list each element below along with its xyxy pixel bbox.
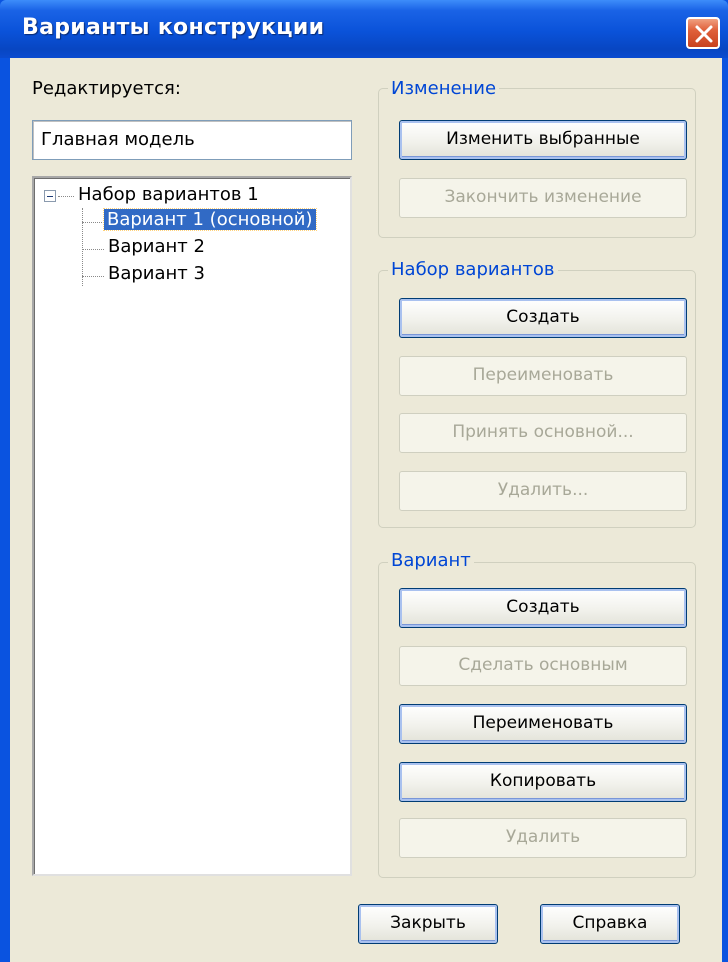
tree-connector [82, 222, 104, 223]
tree-connector [82, 208, 83, 286]
editing-model-value: Главная модель [41, 129, 195, 150]
window-title: Варианты конструкции [22, 15, 325, 40]
tree-connector [58, 196, 74, 197]
collapse-icon[interactable] [44, 190, 56, 202]
group-change-title: Изменение [388, 78, 500, 99]
design-options-tree[interactable]: Набор вариантов 1 Вариант 1 (основной) В… [32, 176, 352, 876]
dialog-window: Варианты конструкции Редактируется: Глав… [0, 0, 728, 962]
create-option-set-button[interactable]: Создать [399, 298, 687, 338]
edit-selected-button[interactable]: Изменить выбранные [399, 120, 687, 160]
rename-option-button[interactable]: Переименовать [399, 704, 687, 744]
group-option-title: Вариант [388, 550, 474, 571]
tree-connector [82, 249, 104, 250]
tree-item-option-3[interactable]: Вариант 3 [108, 263, 205, 284]
close-icon [695, 25, 713, 43]
dialog-client-area: Редактируется: Главная модель Набор вари… [10, 58, 722, 962]
editing-label: Редактируется: [32, 78, 181, 99]
editing-model-field: Главная модель [32, 120, 352, 160]
delete-option-set-button[interactable]: Удалить... [399, 471, 687, 511]
rename-option-set-button[interactable]: Переименовать [399, 356, 687, 396]
tree-item-option-1[interactable]: Вариант 1 (основной) [103, 208, 317, 231]
group-option-set-title: Набор вариантов [388, 259, 558, 280]
finish-editing-button[interactable]: Закончить изменение [399, 178, 687, 218]
close-button[interactable]: Закрыть [358, 904, 498, 944]
tree-connector [82, 276, 104, 277]
help-button[interactable]: Справка [540, 904, 680, 944]
tree-root-option-set[interactable]: Набор вариантов 1 [78, 184, 259, 205]
accept-primary-button[interactable]: Принять основной... [399, 413, 687, 453]
delete-option-button[interactable]: Удалить [399, 818, 687, 858]
title-bar[interactable]: Варианты конструкции [0, 0, 728, 58]
create-option-button[interactable]: Создать [399, 588, 687, 628]
close-window-button[interactable] [686, 17, 720, 49]
tree-item-option-2[interactable]: Вариант 2 [108, 236, 205, 257]
copy-option-button[interactable]: Копировать [399, 762, 687, 802]
make-primary-button[interactable]: Сделать основным [399, 646, 687, 686]
